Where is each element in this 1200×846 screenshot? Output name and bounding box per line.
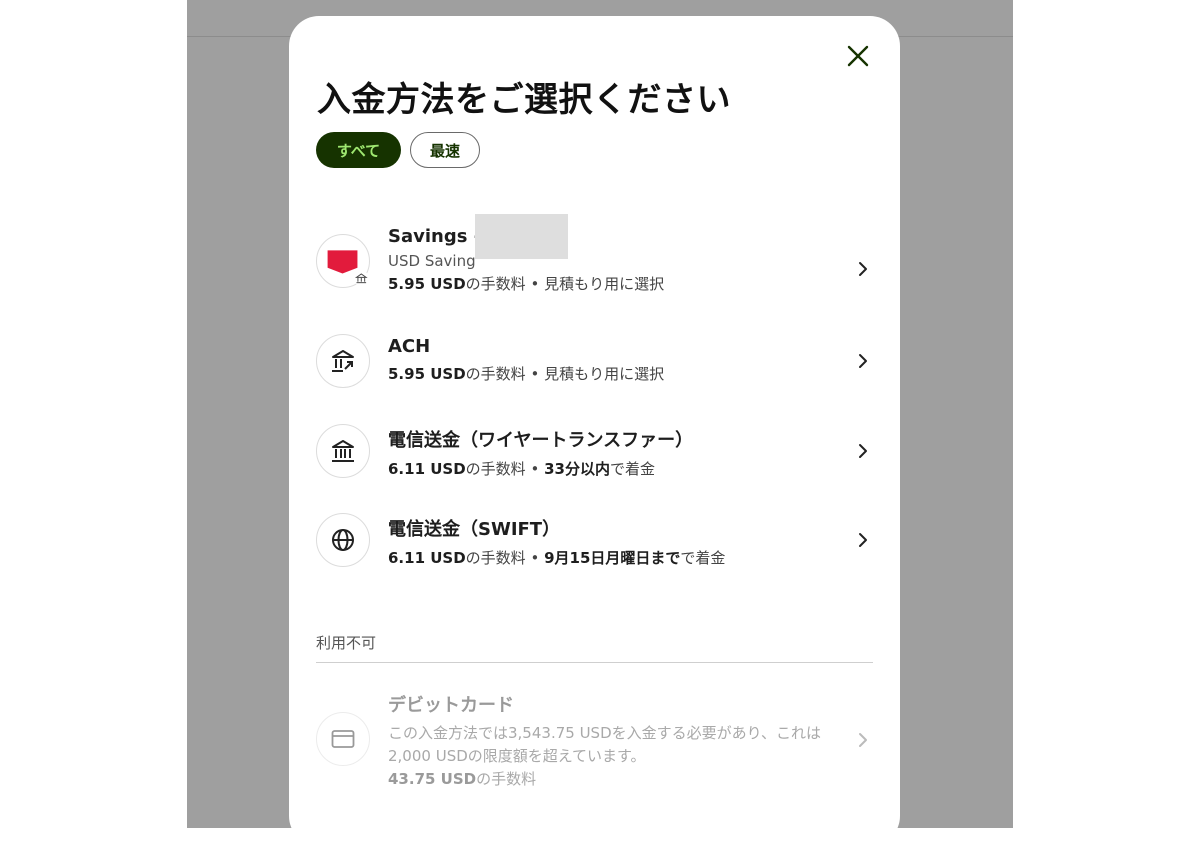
method-swift[interactable]: 電信送金（SWIFT） 6.11 USDの手数料 • 9月15日月曜日までで着金 [316,513,876,569]
chevron-right-icon [859,444,867,458]
deposit-method-modal: 入金方法をご選択ください すべて 最速 Savings - USD Saving [289,16,900,846]
method-fee: 43.75 USDの手数料 [388,770,537,788]
bank-icon [316,424,370,478]
section-divider [316,662,873,663]
method-title: ACH [388,336,431,357]
modal-title: 入金方法をご選択ください [317,80,731,120]
bank-flag-icon [316,234,370,288]
method-title: 電信送金（SWIFT） [388,519,561,540]
method-wire-transfer[interactable]: 電信送金（ワイヤートランスファー） 6.11 USDの手数料 • 33分以内で着… [316,424,876,480]
redacted-account-name [475,214,568,259]
filter-chips: すべて 最速 [316,132,480,168]
method-fee: 5.95 USDの手数料 • 見積もり用に選択 [388,275,665,293]
method-fee: 5.95 USDの手数料 • 見積もり用に選択 [388,365,665,383]
card-icon [316,712,370,766]
filter-fastest-chip[interactable]: 最速 [410,132,480,168]
close-icon[interactable] [845,43,871,69]
method-fee: 6.11 USDの手数料 • 9月15日月曜日までで着金 [388,549,726,567]
chevron-right-icon [859,733,867,747]
bank-transfer-icon [316,334,370,388]
filter-all-chip[interactable]: すべて [316,132,401,168]
method-title: 電信送金（ワイヤートランスファー） [388,430,694,451]
unavailable-section-label: 利用不可 [316,634,377,652]
chevron-right-icon [859,262,867,276]
globe-icon [316,513,370,567]
method-description: この入金方法では3,543.75 USDを入金する必要があり、これは2,000 … [388,724,822,765]
method-fee: 6.11 USDの手数料 • 33分以内で着金 [388,460,655,478]
method-debit-card: デビットカード この入金方法では3,543.75 USDを入金する必要があり、こ… [316,688,876,798]
method-title: Savings - [388,226,482,247]
method-title: デビットカード [388,695,514,716]
method-ach[interactable]: ACH 5.95 USDの手数料 • 見積もり用に選択 [316,334,876,390]
chevron-right-icon [859,354,867,368]
chevron-right-icon [859,533,867,547]
method-savings[interactable]: Savings - USD Saving 5.95 USDの手数料 • 見積もり… [316,214,876,294]
